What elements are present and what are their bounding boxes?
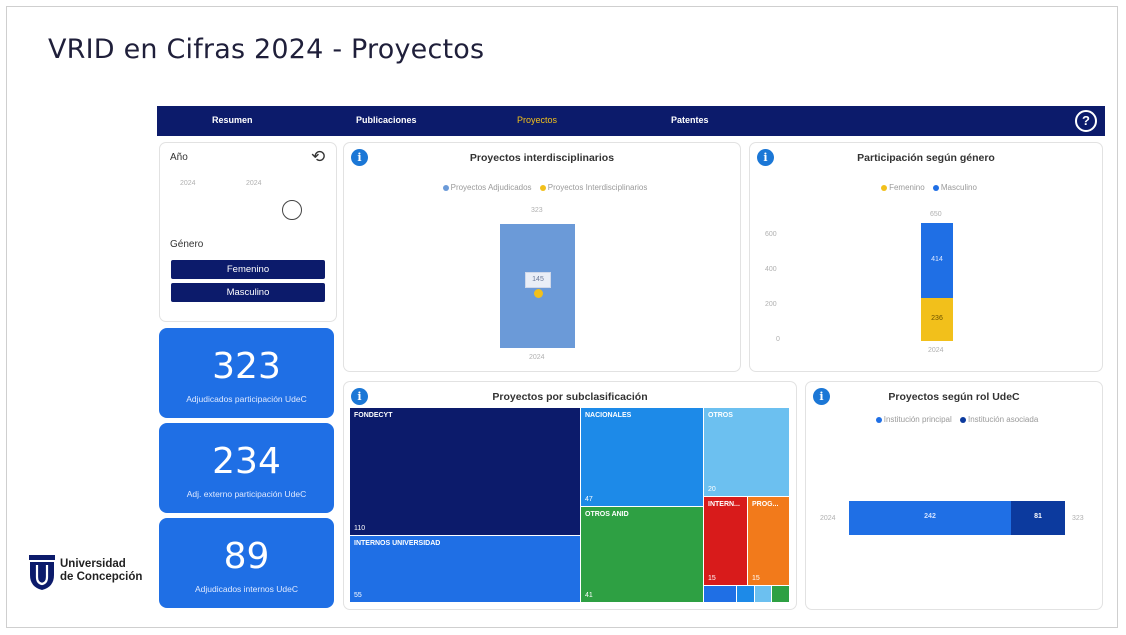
tile-value: 15 xyxy=(708,575,716,582)
tile-name: INTERNOS UNIVERSIDAD xyxy=(354,540,441,547)
card-title: Proyectos interdisciplinarios xyxy=(469,152,615,164)
treemap-tile-programas[interactable]: PROG... 15 xyxy=(748,497,789,585)
legend-item: Femenino xyxy=(889,183,925,192)
reset-icon[interactable]: ⟲ xyxy=(311,147,325,167)
university-name-line: de Concepción xyxy=(60,571,143,583)
bar-segment-principal[interactable]: 242 xyxy=(849,501,1011,535)
treemap-tile-internacionales[interactable]: INTERN... 15 xyxy=(704,497,747,585)
bar-segment-femenino[interactable]: 236 xyxy=(921,298,953,341)
treemap-tile-otros[interactable]: OTROS 20 xyxy=(704,408,789,496)
tab-patentes[interactable]: Patentes xyxy=(671,115,709,125)
tile-name: OTROS ANID xyxy=(585,511,629,518)
university-name-line: Universidad xyxy=(60,558,126,570)
kpi-value: 234 xyxy=(212,441,281,482)
treemap-tile-fondecyt[interactable]: FONDECYT 110 xyxy=(350,408,580,535)
data-label: 414 xyxy=(931,256,943,263)
year-to-value: 2024 xyxy=(246,180,262,187)
card-title: Proyectos por subclasificación xyxy=(492,391,648,403)
university-name: Universidad de Concepción xyxy=(60,558,142,584)
tile-value: 15 xyxy=(752,575,760,582)
interdisciplinary-card: i Proyectos interdisciplinarios Proyecto… xyxy=(343,142,741,372)
legend-item: Proyectos Interdisciplinarios xyxy=(547,183,648,192)
kpi-card-adjudicados: 323 Adjudicados participación UdeC xyxy=(159,328,334,418)
treemap-tile-otros-anid[interactable]: OTROS ANID 41 xyxy=(581,507,703,602)
treemap-tile-small[interactable] xyxy=(755,586,771,602)
gender-participation-card: i Participación según género Femenino Ma… xyxy=(749,142,1103,372)
gender-option-masculino[interactable]: Masculino xyxy=(171,283,325,302)
bar-total-label: 650 xyxy=(930,211,942,218)
legend-item: Masculino xyxy=(940,183,977,192)
dashboard-nav: Resumen Publicaciones Proyectos Patentes… xyxy=(157,106,1105,136)
legend-dot xyxy=(539,184,546,191)
legend-dot xyxy=(960,416,966,423)
kpi-value: 323 xyxy=(212,346,281,387)
legend-dot xyxy=(442,184,449,191)
bar-total-label: 323 xyxy=(531,207,543,214)
tile-name: FONDECYT xyxy=(354,412,393,419)
year-from-value: 2024 xyxy=(180,180,196,187)
gender-filter-label: Género xyxy=(170,239,204,250)
year-filter-label: Año xyxy=(170,152,188,163)
bar-total-label: 323 xyxy=(1072,515,1084,522)
treemap-tile-small[interactable] xyxy=(737,586,754,602)
data-label: 81 xyxy=(1034,513,1042,520)
tile-value: 41 xyxy=(585,592,593,599)
treemap-tile-internos[interactable]: INTERNOS UNIVERSIDAD 55 xyxy=(350,536,580,602)
data-label: 145 xyxy=(525,272,551,288)
y-tick-label: 200 xyxy=(765,301,777,308)
tile-name: PROG... xyxy=(752,501,779,508)
bar-segment-masculino[interactable]: 414 xyxy=(921,223,953,298)
tab-proyectos[interactable]: Proyectos xyxy=(517,115,557,125)
card-title: Proyectos según rol UdeC xyxy=(888,391,1020,403)
tile-name: OTROS xyxy=(708,412,733,419)
tile-name: INTERN... xyxy=(708,501,740,508)
legend-dot xyxy=(932,184,939,191)
slide-title: VRID en Cifras 2024 - Proyectos xyxy=(48,34,485,65)
y-tick-label: 2024 xyxy=(820,515,836,522)
treemap-tile-nacionales[interactable]: NACIONALES 47 xyxy=(581,408,703,506)
tile-value: 55 xyxy=(354,592,362,599)
bar-segment-asociada[interactable]: 81 xyxy=(1011,501,1065,535)
year-slider-handle[interactable] xyxy=(282,200,302,220)
legend-item: Institución asociada xyxy=(968,415,1039,424)
chart-legend: Proyectos Adjudicados Proyectos Interdis… xyxy=(344,183,740,192)
tile-name: NACIONALES xyxy=(585,412,632,419)
tile-value: 110 xyxy=(354,525,366,532)
point-interdisciplinarios[interactable] xyxy=(534,289,543,298)
kpi-value: 89 xyxy=(223,536,270,577)
y-tick-label: 0 xyxy=(776,336,780,343)
kpi-label: Adjudicados participación UdeC xyxy=(186,394,307,404)
tile-value: 20 xyxy=(708,486,716,493)
gender-option-femenino[interactable]: Femenino xyxy=(171,260,325,279)
data-label: 236 xyxy=(931,315,943,322)
role-udec-card: i Proyectos según rol UdeC Institución p… xyxy=(805,381,1103,610)
treemap-tile-small[interactable] xyxy=(704,586,736,602)
chart-legend: Femenino Masculino xyxy=(750,183,1102,192)
legend-item: Institución principal xyxy=(883,415,952,424)
legend-item: Proyectos Adjudicados xyxy=(450,183,532,192)
treemap-tile-small[interactable] xyxy=(772,586,789,602)
kpi-card-internos: 89 Adjudicados internos UdeC xyxy=(159,518,334,608)
chart-legend: Institución principal Institución asocia… xyxy=(806,415,1102,424)
legend-dot xyxy=(881,184,888,191)
kpi-label: Adj. externo participación UdeC xyxy=(186,489,307,499)
legend-dot xyxy=(875,416,882,423)
kpi-card-externo: 234 Adj. externo participación UdeC xyxy=(159,423,334,513)
help-icon[interactable]: ? xyxy=(1075,110,1097,132)
x-tick-label: 2024 xyxy=(928,347,944,354)
stacked-bar: 236 414 xyxy=(921,223,953,341)
card-title: Participación según género xyxy=(857,152,995,164)
tile-value: 47 xyxy=(585,496,593,503)
tab-publicaciones[interactable]: Publicaciones xyxy=(356,115,417,125)
university-logo xyxy=(29,555,55,590)
y-tick-label: 400 xyxy=(765,266,777,273)
subclassification-card: i Proyectos por subclasificación FONDECY… xyxy=(343,381,797,610)
tab-resumen[interactable]: Resumen xyxy=(212,115,253,125)
x-tick-label: 2024 xyxy=(529,354,545,361)
stacked-bar: 242 81 xyxy=(849,501,1065,535)
kpi-label: Adjudicados internos UdeC xyxy=(194,584,298,594)
y-tick-label: 600 xyxy=(765,231,777,238)
filter-panel: Año ⟲ 2024 2024 Género Femenino Masculin… xyxy=(159,142,337,322)
data-label: 242 xyxy=(924,513,936,520)
